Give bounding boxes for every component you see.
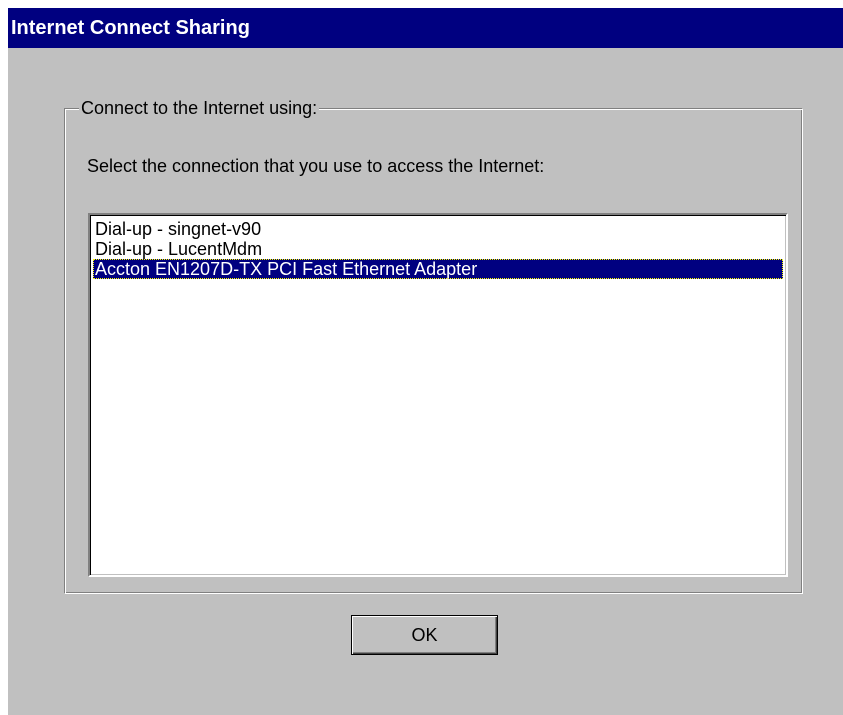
title-bar[interactable]: Internet Connect Sharing (8, 8, 843, 48)
connection-list: Dial-up - singnet-v90 Dial-up - LucentMd… (93, 219, 783, 279)
list-item-accton-ethernet-adapter[interactable]: Accton EN1207D-TX PCI Fast Ethernet Adap… (93, 259, 783, 279)
list-item-singnet-v90[interactable]: Dial-up - singnet-v90 (93, 219, 783, 239)
instruction-text: Select the connection that you use to ac… (87, 156, 545, 176)
connection-listbox[interactable]: Dial-up - singnet-v90 Dial-up - LucentMd… (88, 213, 788, 577)
group-label: Connect to the Internet using: (79, 97, 320, 119)
list-item-lucentmdm[interactable]: Dial-up - LucentMdm (93, 239, 783, 259)
ok-button[interactable]: OK (351, 615, 498, 655)
connect-using-group: Connect to the Internet using: Select th… (64, 97, 803, 594)
internet-connect-sharing-dialog: Internet Connect Sharing Connect to the … (7, 7, 843, 715)
window-title: Internet Connect Sharing (11, 17, 250, 39)
